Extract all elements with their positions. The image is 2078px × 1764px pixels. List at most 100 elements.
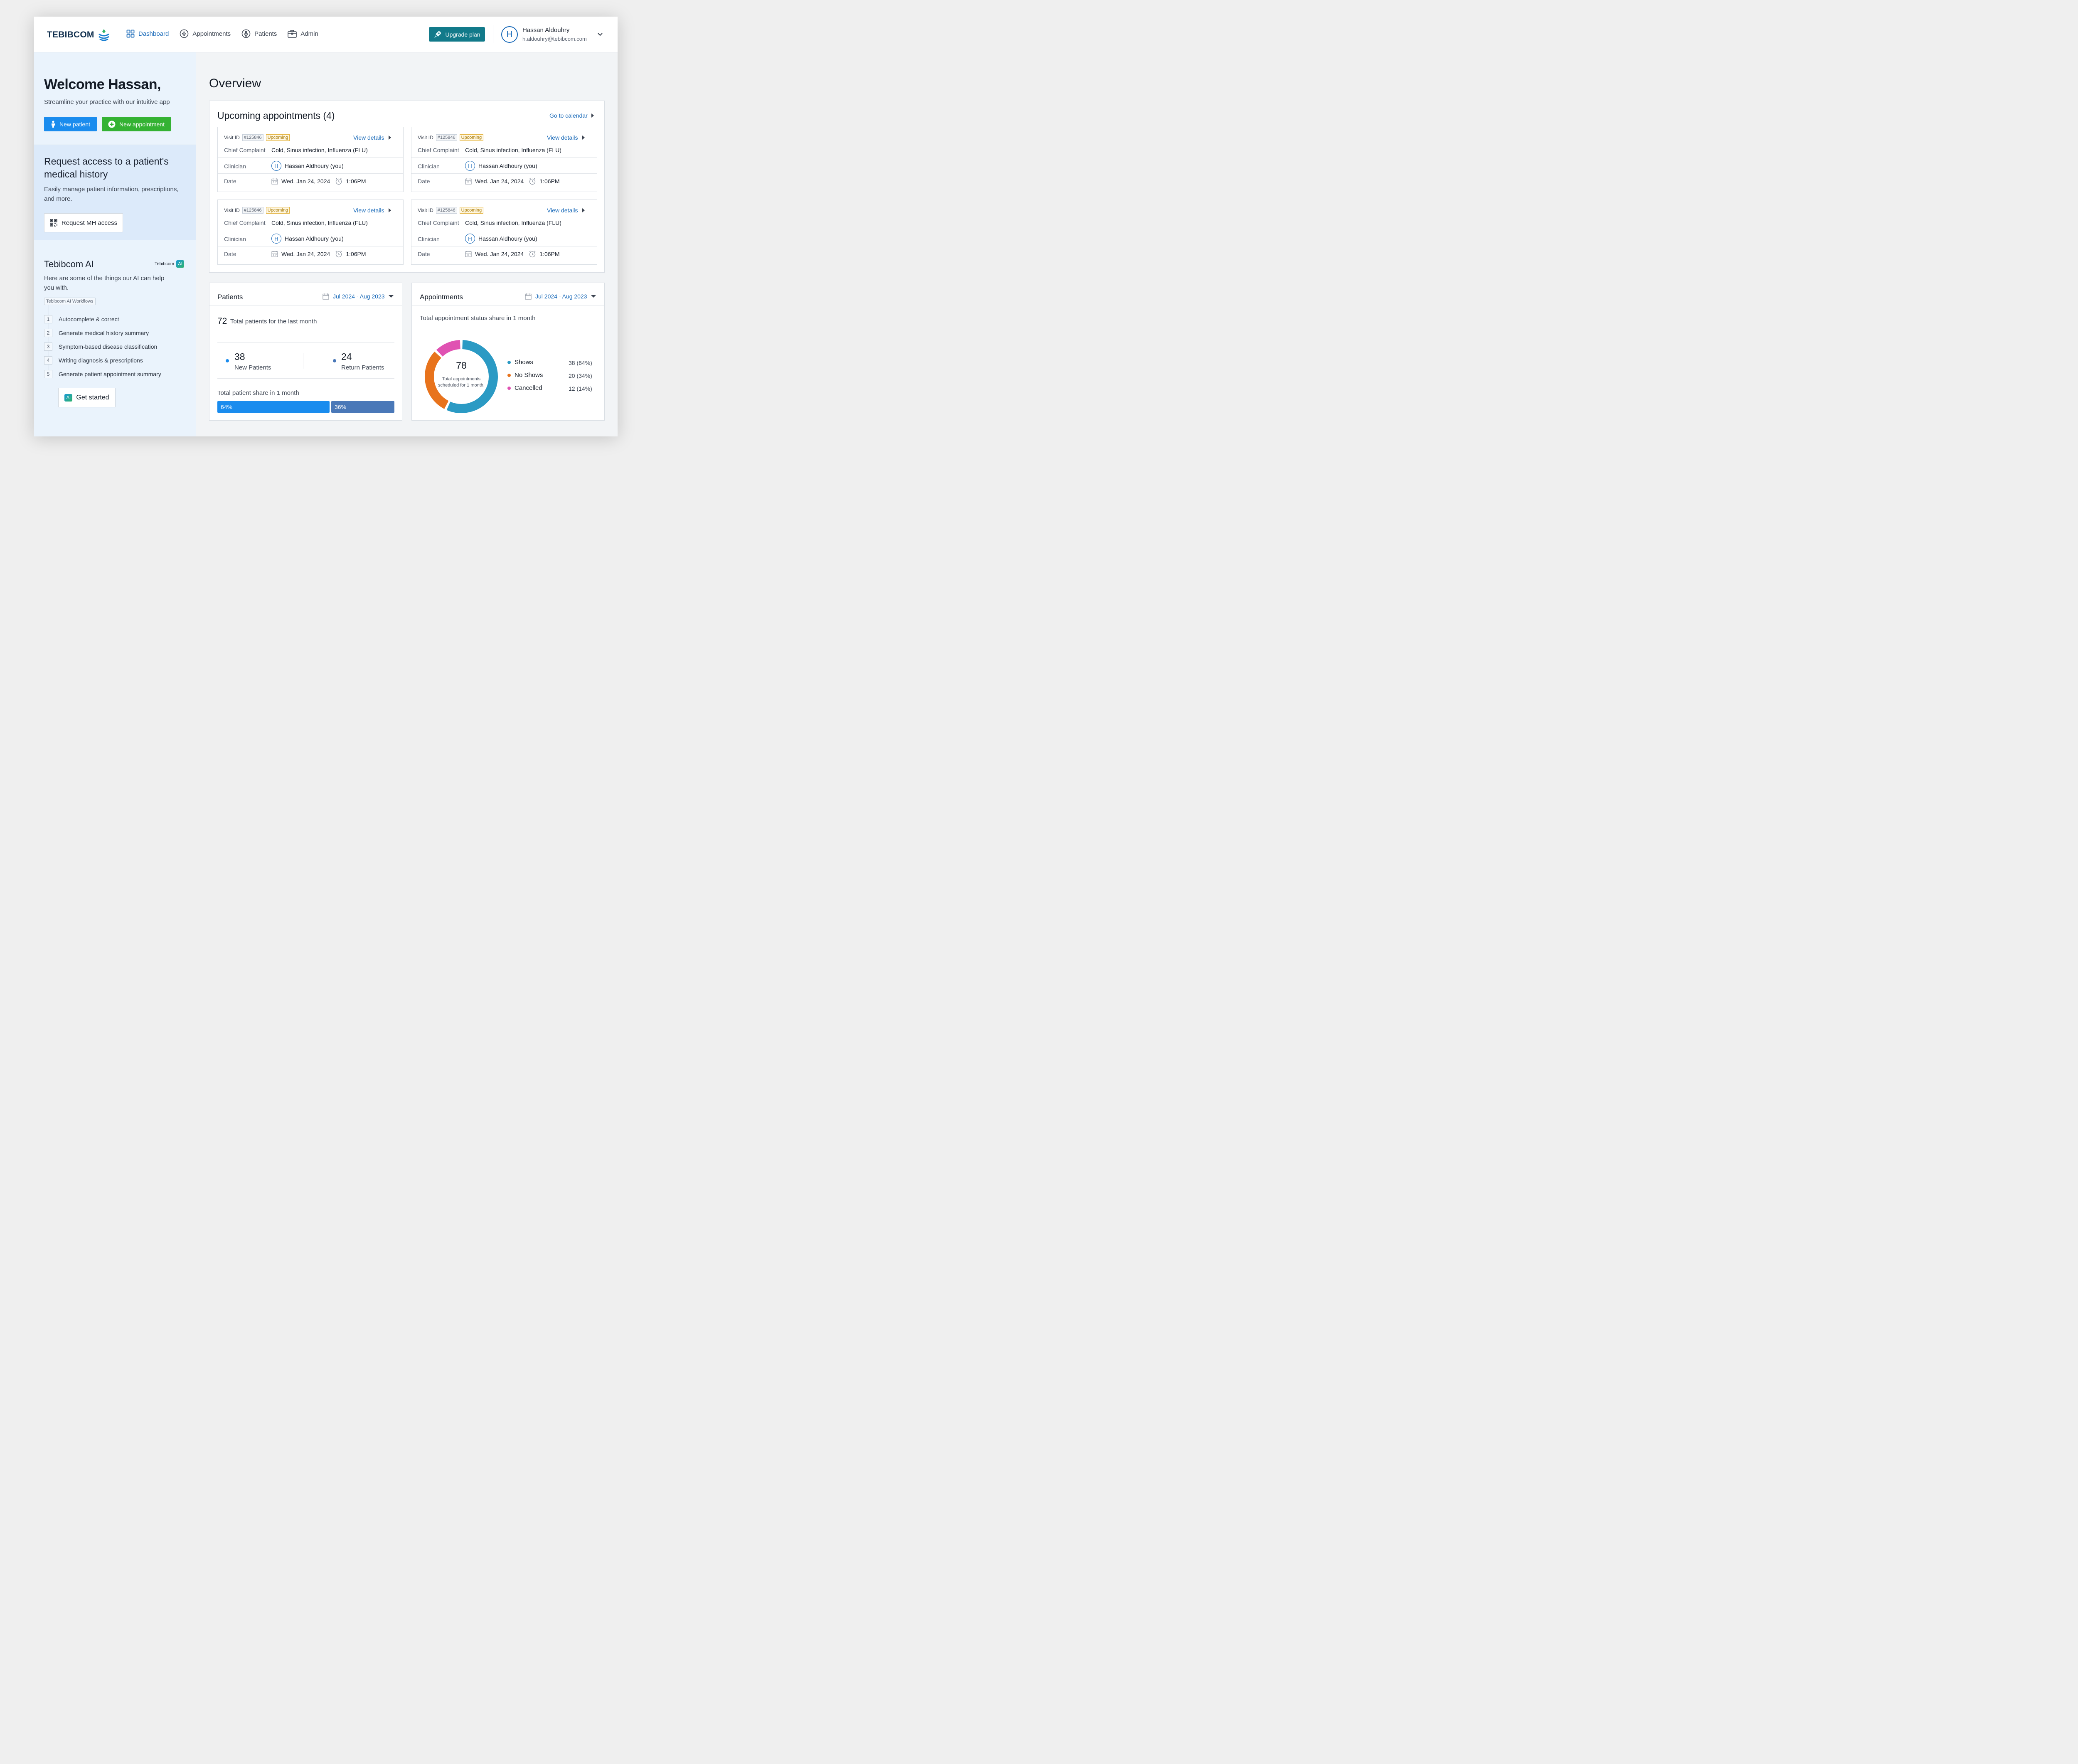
- chevron-down-icon[interactable]: [597, 31, 603, 37]
- main-nav: Dashboard Appointments Patients Admin: [126, 29, 318, 38]
- chief-complaint-label: Chief Complaint: [418, 147, 459, 153]
- upgrade-plan-button[interactable]: Upgrade plan: [429, 27, 485, 42]
- plus-circle-icon: [108, 121, 116, 128]
- nav-admin[interactable]: Admin: [288, 29, 318, 38]
- request-mh-access-button[interactable]: Request MH access: [44, 213, 123, 232]
- alarm-clock-icon: [335, 251, 342, 258]
- appointment-date: Wed. Jan 24, 2024: [281, 251, 330, 257]
- alarm-clock-icon: [335, 178, 342, 185]
- appointments-date-label: Jul 2024 - Aug 2023: [535, 293, 587, 300]
- status-badge: Upcoming: [459, 207, 484, 214]
- workflow-item: 3 Symptom-based disease classification: [44, 342, 157, 351]
- appointments-date-range[interactable]: Jul 2024 - Aug 2023: [525, 293, 596, 300]
- user-email: h.aldouhry@tebibcom.com: [522, 36, 587, 42]
- date-value: Wed. Jan 24, 2024 1:06PM: [271, 250, 366, 258]
- medical-history-section: Request access to a patient's medical hi…: [34, 145, 196, 240]
- divider: [217, 342, 394, 343]
- date-label: Date: [418, 178, 430, 185]
- user-name: Hassan Aldouhry: [522, 27, 570, 34]
- legend-shows: Shows: [507, 359, 533, 366]
- upcoming-appointments-card: Upcoming appointments (4) Go to calendar…: [209, 101, 605, 273]
- date-label: Date: [224, 251, 236, 257]
- nav-appointments[interactable]: Appointments: [180, 29, 231, 38]
- clinician-label: Clinician: [224, 163, 246, 170]
- appointment-time: 1:06PM: [346, 251, 366, 257]
- view-details-link[interactable]: View details: [353, 207, 391, 214]
- nav-admin-label: Admin: [300, 30, 318, 37]
- grid-icon: [126, 30, 135, 38]
- view-details-link[interactable]: View details: [547, 207, 585, 214]
- get-started-button[interactable]: AI Get started: [58, 388, 116, 407]
- clinician-value: H Hassan Aldhoury (you): [465, 234, 537, 244]
- clinician-value: H Hassan Aldhoury (you): [465, 161, 537, 171]
- clinician-label: Clinician: [224, 236, 246, 242]
- donut-center-label: Total appointments scheduled for 1 month…: [438, 377, 485, 388]
- calendar-icon: [323, 293, 329, 300]
- new-patients-value: 38: [234, 351, 245, 362]
- legend-dot: [507, 373, 511, 377]
- return-patients-value: 24: [341, 351, 352, 362]
- ai-workflows-tag: Tebibcom AI Workflows: [44, 298, 96, 305]
- upgrade-plan-label: Upgrade plan: [445, 31, 480, 38]
- date-value: Wed. Jan 24, 2024 1:06PM: [465, 250, 560, 258]
- go-to-calendar-label: Go to calendar: [549, 112, 588, 119]
- new-appointment-label: New appointment: [119, 121, 165, 128]
- return-patients-share-bar: 36%: [331, 401, 394, 413]
- caret-right-icon: [389, 208, 391, 212]
- brand-logo[interactable]: TEBIBCOM: [47, 28, 110, 42]
- legend-label: Cancelled: [515, 384, 542, 392]
- nav-dashboard[interactable]: Dashboard: [126, 29, 169, 38]
- ai-section-title: Tebibcom AI: [44, 259, 94, 269]
- divider: [218, 157, 403, 158]
- calendar-icon: [271, 178, 278, 185]
- appointment-date: Wed. Jan 24, 2024: [281, 178, 330, 185]
- caret-right-icon: [582, 136, 585, 140]
- get-started-label: Get started: [76, 394, 109, 401]
- patients-date-range[interactable]: Jul 2024 - Aug 2023: [323, 293, 394, 300]
- divider: [411, 157, 597, 158]
- app-window: TEBIBCOM Dashboard Appointments Patients: [34, 17, 618, 436]
- new-patient-button[interactable]: New patient: [44, 117, 97, 131]
- view-details-label: View details: [547, 207, 578, 214]
- go-to-calendar-link[interactable]: Go to calendar: [549, 112, 594, 119]
- donut-slice-cancelled: [436, 340, 461, 357]
- request-mh-label: Request MH access: [61, 219, 118, 227]
- workflow-number: 4: [44, 356, 52, 365]
- view-details-link[interactable]: View details: [353, 134, 391, 141]
- legend-no-shows: No Shows: [507, 372, 543, 379]
- person-circle-icon: [241, 29, 251, 38]
- appointments-card: Appointments Jul 2024 - Aug 2023 Total a…: [411, 283, 605, 421]
- workflow-item: 1 Autocomplete & correct: [44, 315, 119, 323]
- visit-id-row: Visit ID #125846 Upcoming: [418, 134, 484, 141]
- ai-badge-icon: AI: [176, 260, 185, 268]
- appointment-card: Visit ID #125846 Upcoming View details C…: [217, 127, 404, 192]
- brand-name: TEBIBCOM: [47, 30, 94, 39]
- workflow-number: 5: [44, 370, 52, 378]
- appointment-card: Visit ID #125846 Upcoming View details C…: [411, 127, 597, 192]
- clinician-avatar: H: [465, 161, 475, 171]
- plus-circle-icon: [180, 29, 189, 38]
- chief-complaint-label: Chief Complaint: [224, 147, 266, 153]
- view-details-link[interactable]: View details: [547, 134, 585, 141]
- calendar-icon: [271, 251, 278, 257]
- patients-date-label: Jul 2024 - Aug 2023: [333, 293, 385, 300]
- date-label: Date: [224, 178, 236, 185]
- calendar-icon: [465, 251, 472, 257]
- workflow-label: Writing diagnosis & prescriptions: [59, 357, 143, 364]
- total-patients-value: 72: [217, 316, 227, 326]
- caret-right-icon: [591, 113, 594, 118]
- chief-complaint-label: Chief Complaint: [418, 219, 459, 226]
- view-details-label: View details: [353, 134, 384, 141]
- clinician-value: H Hassan Aldhoury (you): [271, 234, 344, 244]
- divider: [411, 173, 597, 174]
- workflow-item: 2 Generate medical history summary: [44, 329, 149, 337]
- caret-down-icon: [591, 295, 596, 298]
- appointment-date: Wed. Jan 24, 2024: [475, 178, 524, 185]
- nav-patients[interactable]: Patients: [241, 29, 277, 38]
- qr-code-icon: [50, 219, 57, 227]
- workflow-number: 1: [44, 315, 52, 323]
- user-avatar[interactable]: H: [501, 26, 518, 43]
- caret-right-icon: [389, 136, 391, 140]
- nav-appointments-label: Appointments: [192, 30, 231, 37]
- new-appointment-button[interactable]: New appointment: [102, 117, 171, 131]
